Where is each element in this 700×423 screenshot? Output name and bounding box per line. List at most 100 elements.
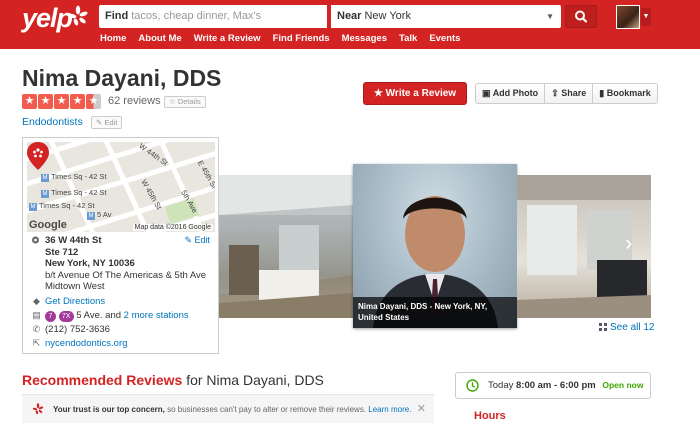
share-button[interactable]: ⇪ Share [545,84,594,103]
subway-line-badge: 7 [45,311,56,322]
address-cross-streets: b/t Avenue Of The Americas & 5th Ave [45,269,207,281]
directions-icon: ◆ [33,296,40,306]
search-near-input[interactable]: Near New York ▼ [331,5,561,28]
grid-icon [599,323,607,331]
review-count[interactable]: 62 reviews [108,95,161,107]
details-label: Details [177,97,201,106]
star-rating: ★ ★ ★ ★ ★ [22,94,101,109]
write-review-label: Write a Review [385,88,457,99]
map-label-station: M Times Sq - 42 St [29,201,95,211]
top-bar: yelp Find tacos, cheap dinner, Max's Near… [0,0,700,49]
map-credit: Map data ©2016 Google [132,224,213,231]
search-button[interactable] [565,5,597,28]
search-icon [575,10,588,23]
website-row: ⇱ nycendodontics.org [31,338,128,349]
photo-office-hallway[interactable] [219,175,353,318]
nav-find-friends[interactable]: Find Friends [273,32,330,45]
subway-icon: M [41,190,49,198]
photo-caption: Nima Dayani, DDS - New York, NY, United … [353,297,517,328]
edit-address-link[interactable]: ✎ Edit [184,235,210,247]
near-value: New York [364,10,411,22]
address-neighborhood: Midtown West [45,281,105,292]
add-photo-button[interactable]: ▣ Add Photo [476,84,546,103]
share-label: Share [561,88,587,98]
today-hours-box: Today 8:00 am - 6:00 pm Open now [455,372,651,399]
transit-row: ▤ 7 7X 5 Ave. and 2 more stations [31,310,189,322]
today-hours: 8:00 am - 6:00 pm [516,380,596,391]
yelp-burst-icon [68,5,88,26]
learn-more-link[interactable]: Learn more. [368,405,411,414]
address-city: New York, NY 10036 [45,258,135,269]
get-directions-link[interactable]: Get Directions [45,296,105,307]
map-box: W 44th St M Times Sq - 42 St M Times Sq - … [22,137,219,354]
bookmark-button[interactable]: ▮ Bookmark [593,84,656,103]
phone-icon: ✆ [32,324,41,334]
nav-messages[interactable]: Messages [342,32,387,45]
location-map[interactable]: W 44th St M Times Sq - 42 St M Times Sq - … [27,142,215,232]
edit-label: Edit [104,118,118,127]
category-link[interactable]: Endodontists [22,116,83,128]
see-all-photos-link[interactable]: See all 12 [599,322,654,333]
map-label-station: M Times Sq - 42 St [41,188,107,198]
camera-icon: ▣ [482,88,491,98]
address-suite: Ste 712 [45,246,79,258]
share-icon: ⇪ [551,88,559,98]
close-icon[interactable]: ✕ [417,395,426,423]
add-photo-label: Add Photo [492,88,539,98]
subway-icon: M [41,174,49,182]
yelp-logo[interactable]: yelp [22,3,90,35]
account-menu-caret-icon[interactable]: ▼ [641,8,651,26]
nav-talk[interactable]: Talk [399,32,417,45]
nav-about-me[interactable]: About Me [138,32,181,45]
edit-address-label: Edit [194,235,210,245]
trust-bold-text: Your trust is our top concern, [53,405,165,414]
bookmark-label: Bookmark [606,88,651,98]
carousel-next-icon[interactable]: › [625,232,632,254]
recommended-reviews-heading: Recommended Reviews for Nima Dayani, DDS [22,372,324,388]
logo-wordmark: yelp [22,3,73,33]
search-find-input[interactable]: Find tacos, cheap dinner, Max's [99,5,327,28]
business-name: Nima Dayani, DDS [22,65,222,91]
nav-write-review[interactable]: Write a Review [194,32,261,45]
trust-text: so businesses can't pay to alter or remo… [167,405,367,414]
subway-icon: M [87,212,95,220]
google-logo: Google [29,219,67,231]
see-all-label: See all 12 [610,322,655,333]
chevron-down-icon[interactable]: ▼ [546,5,554,28]
address-block: 36 W 44th St Ste 712 New York, NY 10036 … [31,235,216,293]
photo-dentist-portrait[interactable]: Nima Dayani, DDS - New York, NY, United … [353,164,517,328]
find-label: Find [105,10,129,22]
recommended-reviews-subject: for Nima Dayani, DDS [186,372,324,388]
office-hallway-image [219,175,353,318]
nav-home[interactable]: Home [100,32,126,45]
map-label-station: M Times Sq - 42 St [41,172,107,182]
star-icon: ★ [38,94,53,109]
clock-icon [466,379,479,392]
location-icon [32,236,39,244]
open-status: Open now [602,380,644,390]
more-stations-link[interactable]: 2 more stations [124,310,189,321]
action-button-group: ▣ Add Photo ⇪ Share ▮ Bookmark [475,83,658,104]
main-nav: Home About Me Write a Review Find Friend… [100,32,472,45]
near-label: Near [337,10,362,22]
find-placeholder: tacos, cheap dinner, Max's [131,10,262,22]
details-button[interactable]: ☆ Details [164,96,206,108]
nav-events[interactable]: Events [429,32,460,45]
edit-category-button[interactable]: ✎ Edit [91,116,123,129]
hours-heading: Hours [474,410,506,422]
half-star-icon: ★ [86,94,101,109]
website-link[interactable]: nycendodontics.org [45,338,127,349]
star-icon: ★ [54,94,69,109]
directions-row: ◆ Get Directions [31,296,105,307]
write-review-button[interactable]: ★ Write a Review [363,82,467,105]
train-icon: ▤ [32,310,41,320]
star-icon: ★ [70,94,85,109]
star-icon: ★ [22,94,37,109]
subway-line-badge: 7X [58,311,74,322]
map-pin-icon[interactable] [27,142,49,170]
transit-text: 5 Ave. and [76,310,122,321]
map-label-station: M5 Av [87,210,112,220]
phone-number: (212) 752-3636 [45,324,110,335]
today-label: Today [488,380,514,391]
user-avatar[interactable] [616,5,640,29]
